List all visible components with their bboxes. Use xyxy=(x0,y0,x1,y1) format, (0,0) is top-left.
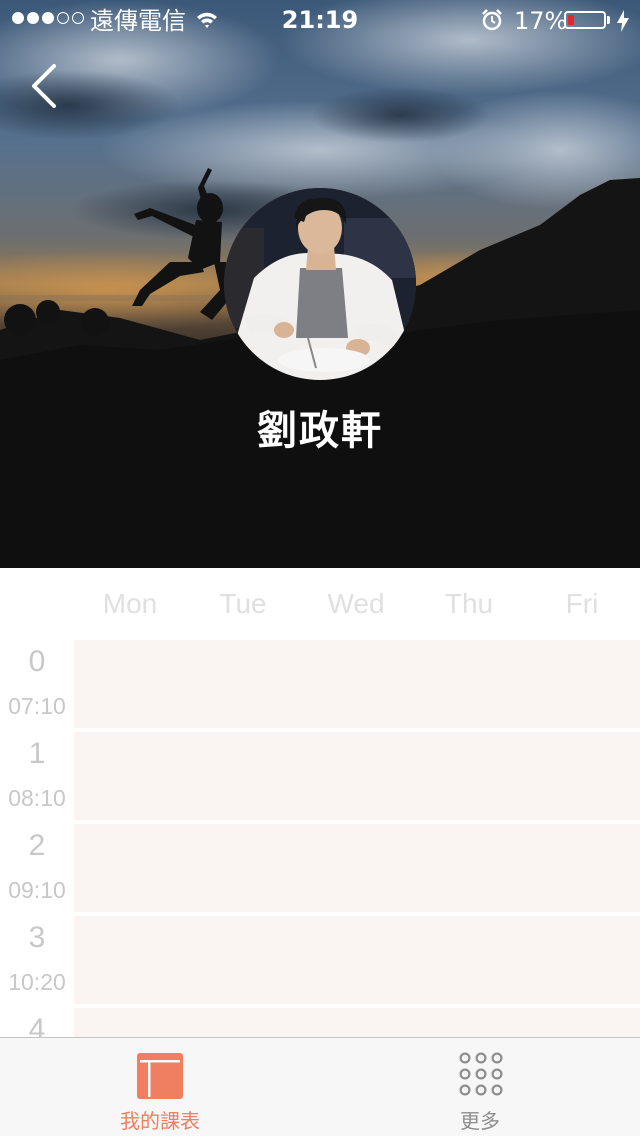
period-label: 3 10:20 xyxy=(0,916,74,1004)
status-bar: 遠傳電信 21:19 17% xyxy=(0,0,640,40)
period-label: 0 07:10 xyxy=(0,640,74,728)
alarm-icon xyxy=(482,9,502,31)
timetable-cell[interactable] xyxy=(74,916,640,1004)
day-label-fri: Fri xyxy=(565,588,599,619)
day-label-tue: Tue xyxy=(219,588,267,619)
app-screen: 遠傳電信 21:19 17% 劉政軒 Mon Tue Wed Thu Fri 0… xyxy=(0,0,640,1136)
timetable-cell[interactable] xyxy=(74,824,640,912)
tab-my-timetable[interactable]: 我的課表 xyxy=(0,1038,320,1136)
day-label-mon: Mon xyxy=(102,588,158,619)
period-row: 3 10:20 xyxy=(0,916,640,1004)
chevron-left-icon xyxy=(32,64,56,108)
tab-bar: 我的課表 更多 xyxy=(0,1037,640,1136)
weekday-header: Mon Tue Wed Thu Fri xyxy=(0,568,640,640)
back-button[interactable] xyxy=(24,60,68,112)
period-label: 2 09:10 xyxy=(0,824,74,912)
timetable-cell[interactable] xyxy=(74,732,640,820)
period-time: 08:10 xyxy=(8,785,66,811)
timetable-icon xyxy=(137,1053,183,1099)
day-label-thu: Thu xyxy=(444,588,494,619)
avatar[interactable] xyxy=(224,188,416,380)
grid-dots-icon xyxy=(459,1052,503,1096)
avatar-photo xyxy=(224,188,416,380)
period-number: 0 xyxy=(28,645,46,678)
tab-label: 更多 xyxy=(460,1109,500,1133)
profile-header: 遠傳電信 21:19 17% 劉政軒 xyxy=(0,0,640,568)
battery-level xyxy=(568,15,574,25)
period-time: 09:10 xyxy=(8,877,66,903)
battery-percent: 17% xyxy=(514,7,568,35)
period-number: 3 xyxy=(28,921,46,954)
period-number: 1 xyxy=(28,737,46,770)
period-number: 2 xyxy=(28,829,46,862)
day-label-wed: Wed xyxy=(327,588,385,619)
battery-tip xyxy=(607,16,610,24)
period-label: 1 08:10 xyxy=(0,732,74,820)
period-row: 2 09:10 xyxy=(0,824,640,912)
battery-icon xyxy=(564,11,606,29)
tab-more[interactable]: 更多 xyxy=(320,1038,640,1136)
period-time: 07:10 xyxy=(8,693,66,719)
period-time: 10:20 xyxy=(8,969,66,995)
tab-label: 我的課表 xyxy=(120,1109,200,1133)
profile-name: 劉政軒 xyxy=(257,408,383,454)
timetable-cell[interactable] xyxy=(74,640,640,728)
period-row: 0 07:10 xyxy=(0,640,640,728)
period-row: 1 08:10 xyxy=(0,732,640,820)
charging-bolt-icon xyxy=(617,10,629,32)
